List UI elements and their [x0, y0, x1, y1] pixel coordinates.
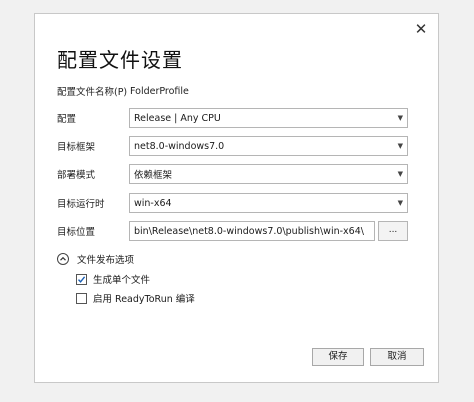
configuration-row: 配置	[57, 108, 130, 128]
profile-name-label: 配置文件名称(P)	[57, 87, 128, 98]
target-runtime-value: win-x64	[134, 197, 172, 209]
file-publish-options-toggle[interactable]: 文件发布选项	[57, 251, 134, 267]
target-framework-value: net8.0-windows7.0	[134, 140, 225, 152]
enable-readytorun-option[interactable]: 启用 ReadyToRun 编译	[76, 291, 195, 305]
file-publish-options-label: 文件发布选项	[77, 255, 135, 266]
close-button[interactable]: ✕	[412, 20, 430, 38]
browse-button[interactable]: ...	[378, 221, 408, 241]
enable-readytorun-label: 启用 ReadyToRun 编译	[93, 294, 195, 305]
configuration-select[interactable]: Release | Any CPU ▼	[129, 108, 408, 128]
target-framework-select[interactable]: net8.0-windows7.0 ▼	[129, 136, 408, 156]
chevron-down-icon: ▼	[397, 114, 403, 122]
publish-profile-settings-dialog: ✕ 配置文件设置 配置文件名称(P) FolderProfile 配置 Rele…	[34, 13, 439, 383]
configuration-value: Release | Any CPU	[134, 112, 221, 124]
deployment-mode-label: 部署模式	[57, 170, 96, 181]
cancel-button[interactable]: 取消	[370, 348, 424, 366]
target-framework-row: 目标框架	[57, 136, 130, 156]
deployment-mode-value: 依赖框架	[134, 170, 173, 181]
target-runtime-label: 目标运行时	[57, 199, 105, 210]
target-runtime-row: 目标运行时	[57, 193, 130, 213]
target-location-input[interactable]: bin\Release\net8.0-windows7.0\publish\wi…	[129, 221, 375, 241]
chevron-down-icon: ▼	[397, 142, 403, 150]
configuration-label: 配置	[57, 114, 77, 125]
profile-name-row: 配置文件名称(P) FolderProfile	[57, 81, 189, 101]
enable-readytorun-checkbox[interactable]	[76, 292, 87, 304]
produce-single-file-option[interactable]: 生成单个文件	[76, 272, 150, 286]
chevron-up-icon	[57, 253, 69, 265]
chevron-down-icon: ▼	[397, 199, 403, 207]
target-framework-label: 目标框架	[57, 142, 96, 153]
save-button[interactable]: 保存	[312, 348, 364, 366]
target-location-row: 目标位置	[57, 221, 130, 241]
target-location-label: 目标位置	[57, 227, 96, 238]
close-icon: ✕	[414, 20, 428, 38]
target-location-value: bin\Release\net8.0-windows7.0\publish\wi…	[134, 225, 364, 237]
deployment-mode-select[interactable]: 依赖框架 ▼	[129, 164, 408, 184]
deployment-mode-row: 部署模式	[57, 164, 130, 184]
target-runtime-select[interactable]: win-x64 ▼	[129, 193, 408, 213]
produce-single-file-checkbox[interactable]	[76, 273, 87, 285]
chevron-down-icon: ▼	[397, 170, 403, 178]
produce-single-file-label: 生成单个文件	[93, 275, 151, 286]
profile-name-value: FolderProfile	[130, 85, 189, 97]
check-icon	[77, 275, 86, 283]
dialog-title: 配置文件设置	[57, 48, 183, 72]
